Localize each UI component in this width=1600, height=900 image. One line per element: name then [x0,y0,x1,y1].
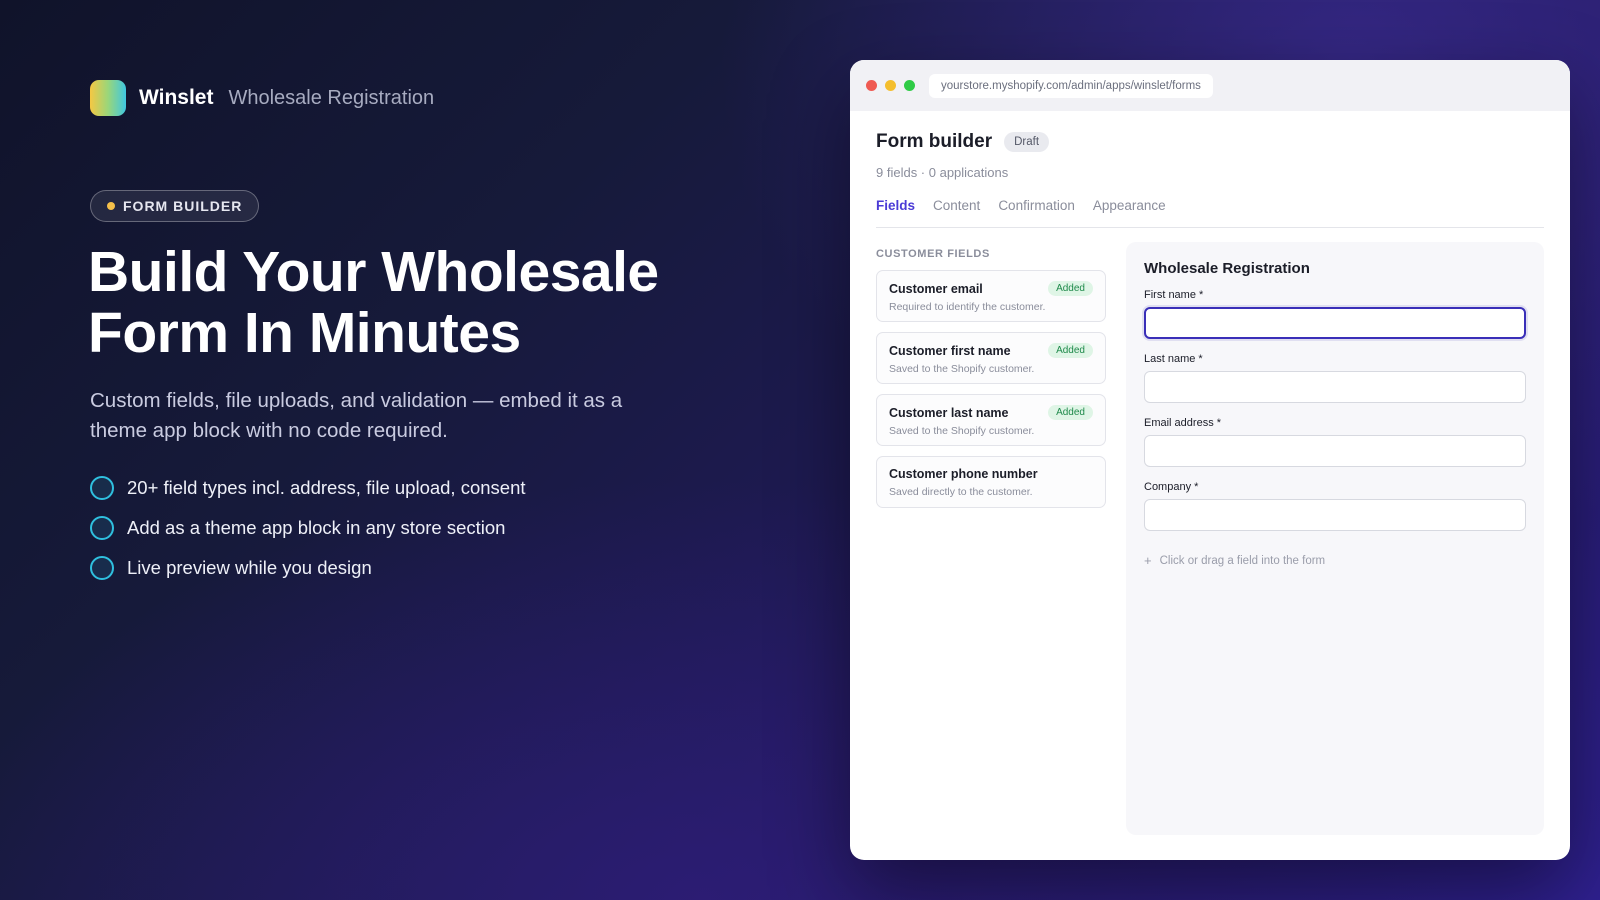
close-window-icon[interactable] [866,80,877,91]
form-meta: 9 fields · 0 applications [876,165,1009,180]
field-card-desc: Saved to the Shopify customer. [889,425,1035,437]
tab-content[interactable]: Content [933,198,980,213]
field-card-name: Customer email [889,281,983,296]
check-circle-icon [90,476,114,500]
field-card-name: Customer phone number [889,467,1038,481]
first-name-label: First name * [1144,289,1204,301]
last-name-label: Last name * [1144,353,1203,365]
field-card-desc: Required to identify the customer. [889,301,1046,313]
address-bar[interactable]: yourstore.myshopify.com/admin/apps/winsl… [929,73,1213,98]
field-card-customer-first-name[interactable]: Customer first name Added Saved to the S… [876,332,1106,384]
field-card-customer-email[interactable]: Customer email Added Required to identif… [876,270,1106,322]
plus-icon: + [1144,553,1152,568]
added-badge: Added [1048,405,1093,420]
preview-title: Wholesale Registration [1144,260,1310,277]
pill-label: FORM BUILDER [123,198,243,214]
feature-item: 20+ field types incl. address, file uplo… [90,476,526,500]
check-circle-icon [90,556,114,580]
headline-line-1: Build Your Wholesale [88,240,659,304]
email-input[interactable] [1144,435,1526,467]
maximize-window-icon[interactable] [904,80,915,91]
preview-field: Company * [1144,481,1526,531]
added-badge: Added [1048,343,1093,358]
field-card-name: Customer first name [889,343,1011,358]
feature-text: 20+ field types incl. address, file uplo… [127,477,526,498]
headline-line-2: Form In Minutes [88,301,521,365]
section-pill: FORM BUILDER [90,190,260,222]
pill-dot-icon [107,202,115,210]
page-title: Form builder [876,131,993,152]
add-field-hint: Click or drag a field into the form [1159,554,1326,567]
tab-appearance[interactable]: Appearance [1093,198,1166,213]
minimize-window-icon[interactable] [885,80,896,91]
check-circle-icon [90,516,114,540]
feature-item: Add as a theme app block in any store se… [90,516,526,540]
field-card-name: Customer last name [889,405,1009,420]
tab-bar: Fields Content Confirmation Appearance [876,198,1544,228]
field-card-customer-phone[interactable]: Customer phone number Saved directly to … [876,456,1106,508]
first-name-input[interactable] [1144,307,1526,339]
title-row: Form builder Draft [876,131,1544,153]
feature-item: Live preview while you design [90,556,526,580]
email-label: Email address * [1144,417,1222,429]
builder-columns: CUSTOMER FIELDS Customer email Added Req… [876,242,1544,835]
brand-subtitle: Wholesale Registration [228,86,435,109]
field-library: CUSTOMER FIELDS Customer email Added Req… [876,242,1106,835]
hero-subtitle: Custom fields, file uploads, and validat… [90,389,623,442]
status-badge: Draft [1004,132,1050,152]
feature-text: Add as a theme app block in any store se… [127,517,506,538]
company-label: Company * [1144,481,1199,493]
browser-window: yourstore.myshopify.com/admin/apps/winsl… [850,60,1570,860]
hero-headline: Build Your Wholesale Form In Minutes [88,242,768,364]
winslet-logo [90,80,126,116]
added-badge: Added [1048,281,1093,296]
brand: Winslet Wholesale Registration [90,80,434,116]
feature-text: Live preview while you design [127,557,372,578]
feature-list: 20+ field types incl. address, file uplo… [90,476,526,596]
field-card-customer-last-name[interactable]: Customer last name Added Saved to the Sh… [876,394,1106,446]
add-field-dropzone[interactable]: + Click or drag a field into the form [1144,553,1526,568]
last-name-input[interactable] [1144,371,1526,403]
form-preview: Wholesale Registration First name * Last… [1126,242,1544,835]
brand-name: Winslet [139,86,214,109]
field-card-desc: Saved directly to the customer. [889,486,1033,498]
tab-confirmation[interactable]: Confirmation [998,198,1075,213]
company-input[interactable] [1144,499,1526,531]
browser-chrome: yourstore.myshopify.com/admin/apps/winsl… [850,60,1570,111]
field-card-desc: Saved to the Shopify customer. [889,363,1035,375]
preview-field: First name * [1144,289,1526,339]
app-content: Form builder Draft 9 fields · 0 applicat… [850,111,1570,860]
section-label: CUSTOMER FIELDS [876,248,990,260]
preview-field: Last name * [1144,353,1526,403]
preview-field: Email address * [1144,417,1526,467]
tab-fields[interactable]: Fields [876,198,915,213]
